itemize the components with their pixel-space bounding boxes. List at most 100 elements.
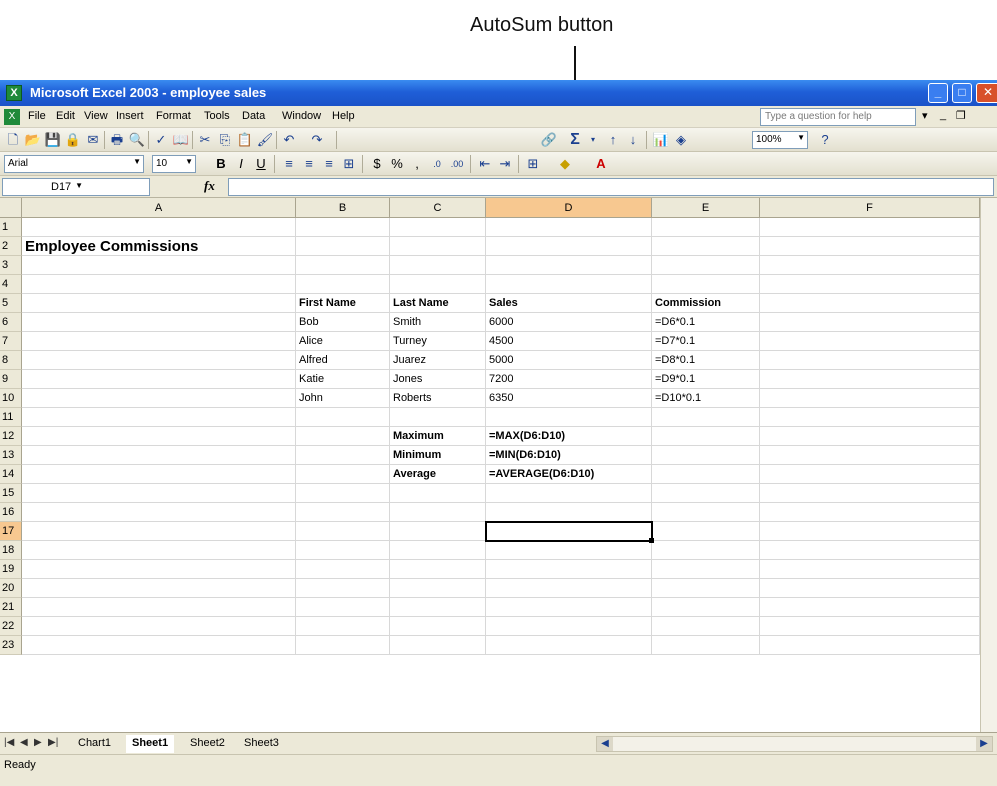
cell-a23[interactable] <box>22 636 296 655</box>
cell-e10[interactable]: =D10*0.1 <box>652 389 760 408</box>
cell-f15[interactable] <box>760 484 980 503</box>
row-header-7[interactable]: 7 <box>0 332 22 351</box>
cell-f19[interactable] <box>760 560 980 579</box>
drawing-icon[interactable]: ◈ <box>672 131 690 149</box>
row-header-10[interactable]: 10 <box>0 389 22 408</box>
fill-color-icon[interactable]: ◆ <box>556 155 574 173</box>
cell-b11[interactable] <box>296 408 390 427</box>
cell-b13[interactable] <box>296 446 390 465</box>
column-header-c[interactable]: C <box>390 198 486 218</box>
insert-function-icon[interactable]: fx <box>204 178 215 194</box>
cell-f16[interactable] <box>760 503 980 522</box>
row-header-9[interactable]: 9 <box>0 370 22 389</box>
cell-f9[interactable] <box>760 370 980 389</box>
cell-b9[interactable]: Katie <box>296 370 390 389</box>
cell-f13[interactable] <box>760 446 980 465</box>
underline-icon[interactable]: U <box>252 155 270 173</box>
cell-a11[interactable] <box>22 408 296 427</box>
cell-a1[interactable] <box>22 218 296 237</box>
cell-c10[interactable]: Roberts <box>390 389 486 408</box>
cell-b4[interactable] <box>296 275 390 294</box>
cell-b17[interactable] <box>296 522 390 541</box>
cell-d2[interactable] <box>486 237 652 256</box>
increase-indent-icon[interactable]: ⇥ <box>496 155 514 173</box>
cell-d7[interactable]: 4500 <box>486 332 652 351</box>
cell-e14[interactable] <box>652 465 760 484</box>
cell-d18[interactable] <box>486 541 652 560</box>
menu-window[interactable]: Window <box>282 110 321 122</box>
cell-e12[interactable] <box>652 427 760 446</box>
percent-icon[interactable]: % <box>388 155 406 173</box>
cell-a19[interactable] <box>22 560 296 579</box>
sheet-tab-sheet2[interactable]: Sheet2 <box>184 735 231 753</box>
cell-b20[interactable] <box>296 579 390 598</box>
cell-c18[interactable] <box>390 541 486 560</box>
cell-d16[interactable] <box>486 503 652 522</box>
increase-decimal-icon[interactable]: .0 <box>428 155 446 173</box>
column-header-b[interactable]: B <box>296 198 390 218</box>
font-name-select[interactable]: Arial ▼ <box>4 155 144 173</box>
cell-d15[interactable] <box>486 484 652 503</box>
horizontal-scrollbar[interactable]: ◀ ▶ <box>596 736 993 752</box>
row-header-21[interactable]: 21 <box>0 598 22 617</box>
row-header-2[interactable]: 2 <box>0 237 22 256</box>
cell-f14[interactable] <box>760 465 980 484</box>
comma-style-icon[interactable]: , <box>408 155 426 173</box>
cell-e20[interactable] <box>652 579 760 598</box>
cell-c11[interactable] <box>390 408 486 427</box>
cell-f4[interactable] <box>760 275 980 294</box>
cell-d3[interactable] <box>486 256 652 275</box>
worksheet-grid[interactable]: A B C D E F 1 2 Employee Commissions 3 4 5 First Nam… <box>0 198 997 732</box>
cell-b12[interactable] <box>296 427 390 446</box>
cell-b14[interactable] <box>296 465 390 484</box>
workbook-restore-button[interactable]: ❐ <box>956 109 966 122</box>
row-header-4[interactable]: 4 <box>0 275 22 294</box>
sheet-tab-sheet3[interactable]: Sheet3 <box>238 735 285 753</box>
open-icon[interactable]: 📂 <box>24 131 42 149</box>
cell-d4[interactable] <box>486 275 652 294</box>
cell-c8[interactable]: Juarez <box>390 351 486 370</box>
cell-f1[interactable] <box>760 218 980 237</box>
cell-c14[interactable]: Average <box>390 465 486 484</box>
help-icon[interactable]: ? <box>816 131 834 149</box>
cell-e2[interactable] <box>652 237 760 256</box>
row-header-20[interactable]: 20 <box>0 579 22 598</box>
cell-a5[interactable] <box>22 294 296 313</box>
cell-f11[interactable] <box>760 408 980 427</box>
column-header-a[interactable]: A <box>22 198 296 218</box>
column-header-f[interactable]: F <box>760 198 980 218</box>
workbook-minimize-button[interactable]: _ <box>940 109 946 121</box>
row-header-19[interactable]: 19 <box>0 560 22 579</box>
cell-e11[interactable] <box>652 408 760 427</box>
cell-e22[interactable] <box>652 617 760 636</box>
font-color-icon[interactable]: A <box>592 155 610 173</box>
decrease-indent-icon[interactable]: ⇤ <box>476 155 494 173</box>
cell-a13[interactable] <box>22 446 296 465</box>
menu-tools[interactable]: Tools <box>204 110 230 122</box>
row-header-12[interactable]: 12 <box>0 427 22 446</box>
cell-c5[interactable]: Last Name <box>390 294 486 313</box>
menu-file[interactable]: File <box>28 110 46 122</box>
column-header-e[interactable]: E <box>652 198 760 218</box>
cell-c16[interactable] <box>390 503 486 522</box>
cell-b19[interactable] <box>296 560 390 579</box>
cell-f3[interactable] <box>760 256 980 275</box>
cell-b16[interactable] <box>296 503 390 522</box>
cell-e8[interactable]: =D8*0.1 <box>652 351 760 370</box>
cell-d23[interactable] <box>486 636 652 655</box>
cell-e1[interactable] <box>652 218 760 237</box>
cell-f12[interactable] <box>760 427 980 446</box>
cell-c9[interactable]: Jones <box>390 370 486 389</box>
cell-f6[interactable] <box>760 313 980 332</box>
cell-c20[interactable] <box>390 579 486 598</box>
email-icon[interactable]: ✉ <box>84 131 102 149</box>
cell-e13[interactable] <box>652 446 760 465</box>
cell-a7[interactable] <box>22 332 296 351</box>
cell-d20[interactable] <box>486 579 652 598</box>
redo-icon[interactable]: ↷ <box>308 131 326 149</box>
format-painter-icon[interactable]: 🖌 <box>256 131 274 149</box>
decrease-decimal-icon[interactable]: .00 <box>448 155 466 173</box>
zoom-select[interactable]: 100% ▼ <box>752 131 808 149</box>
cell-e4[interactable] <box>652 275 760 294</box>
cell-d13[interactable]: =MIN(D6:D10) <box>486 446 652 465</box>
